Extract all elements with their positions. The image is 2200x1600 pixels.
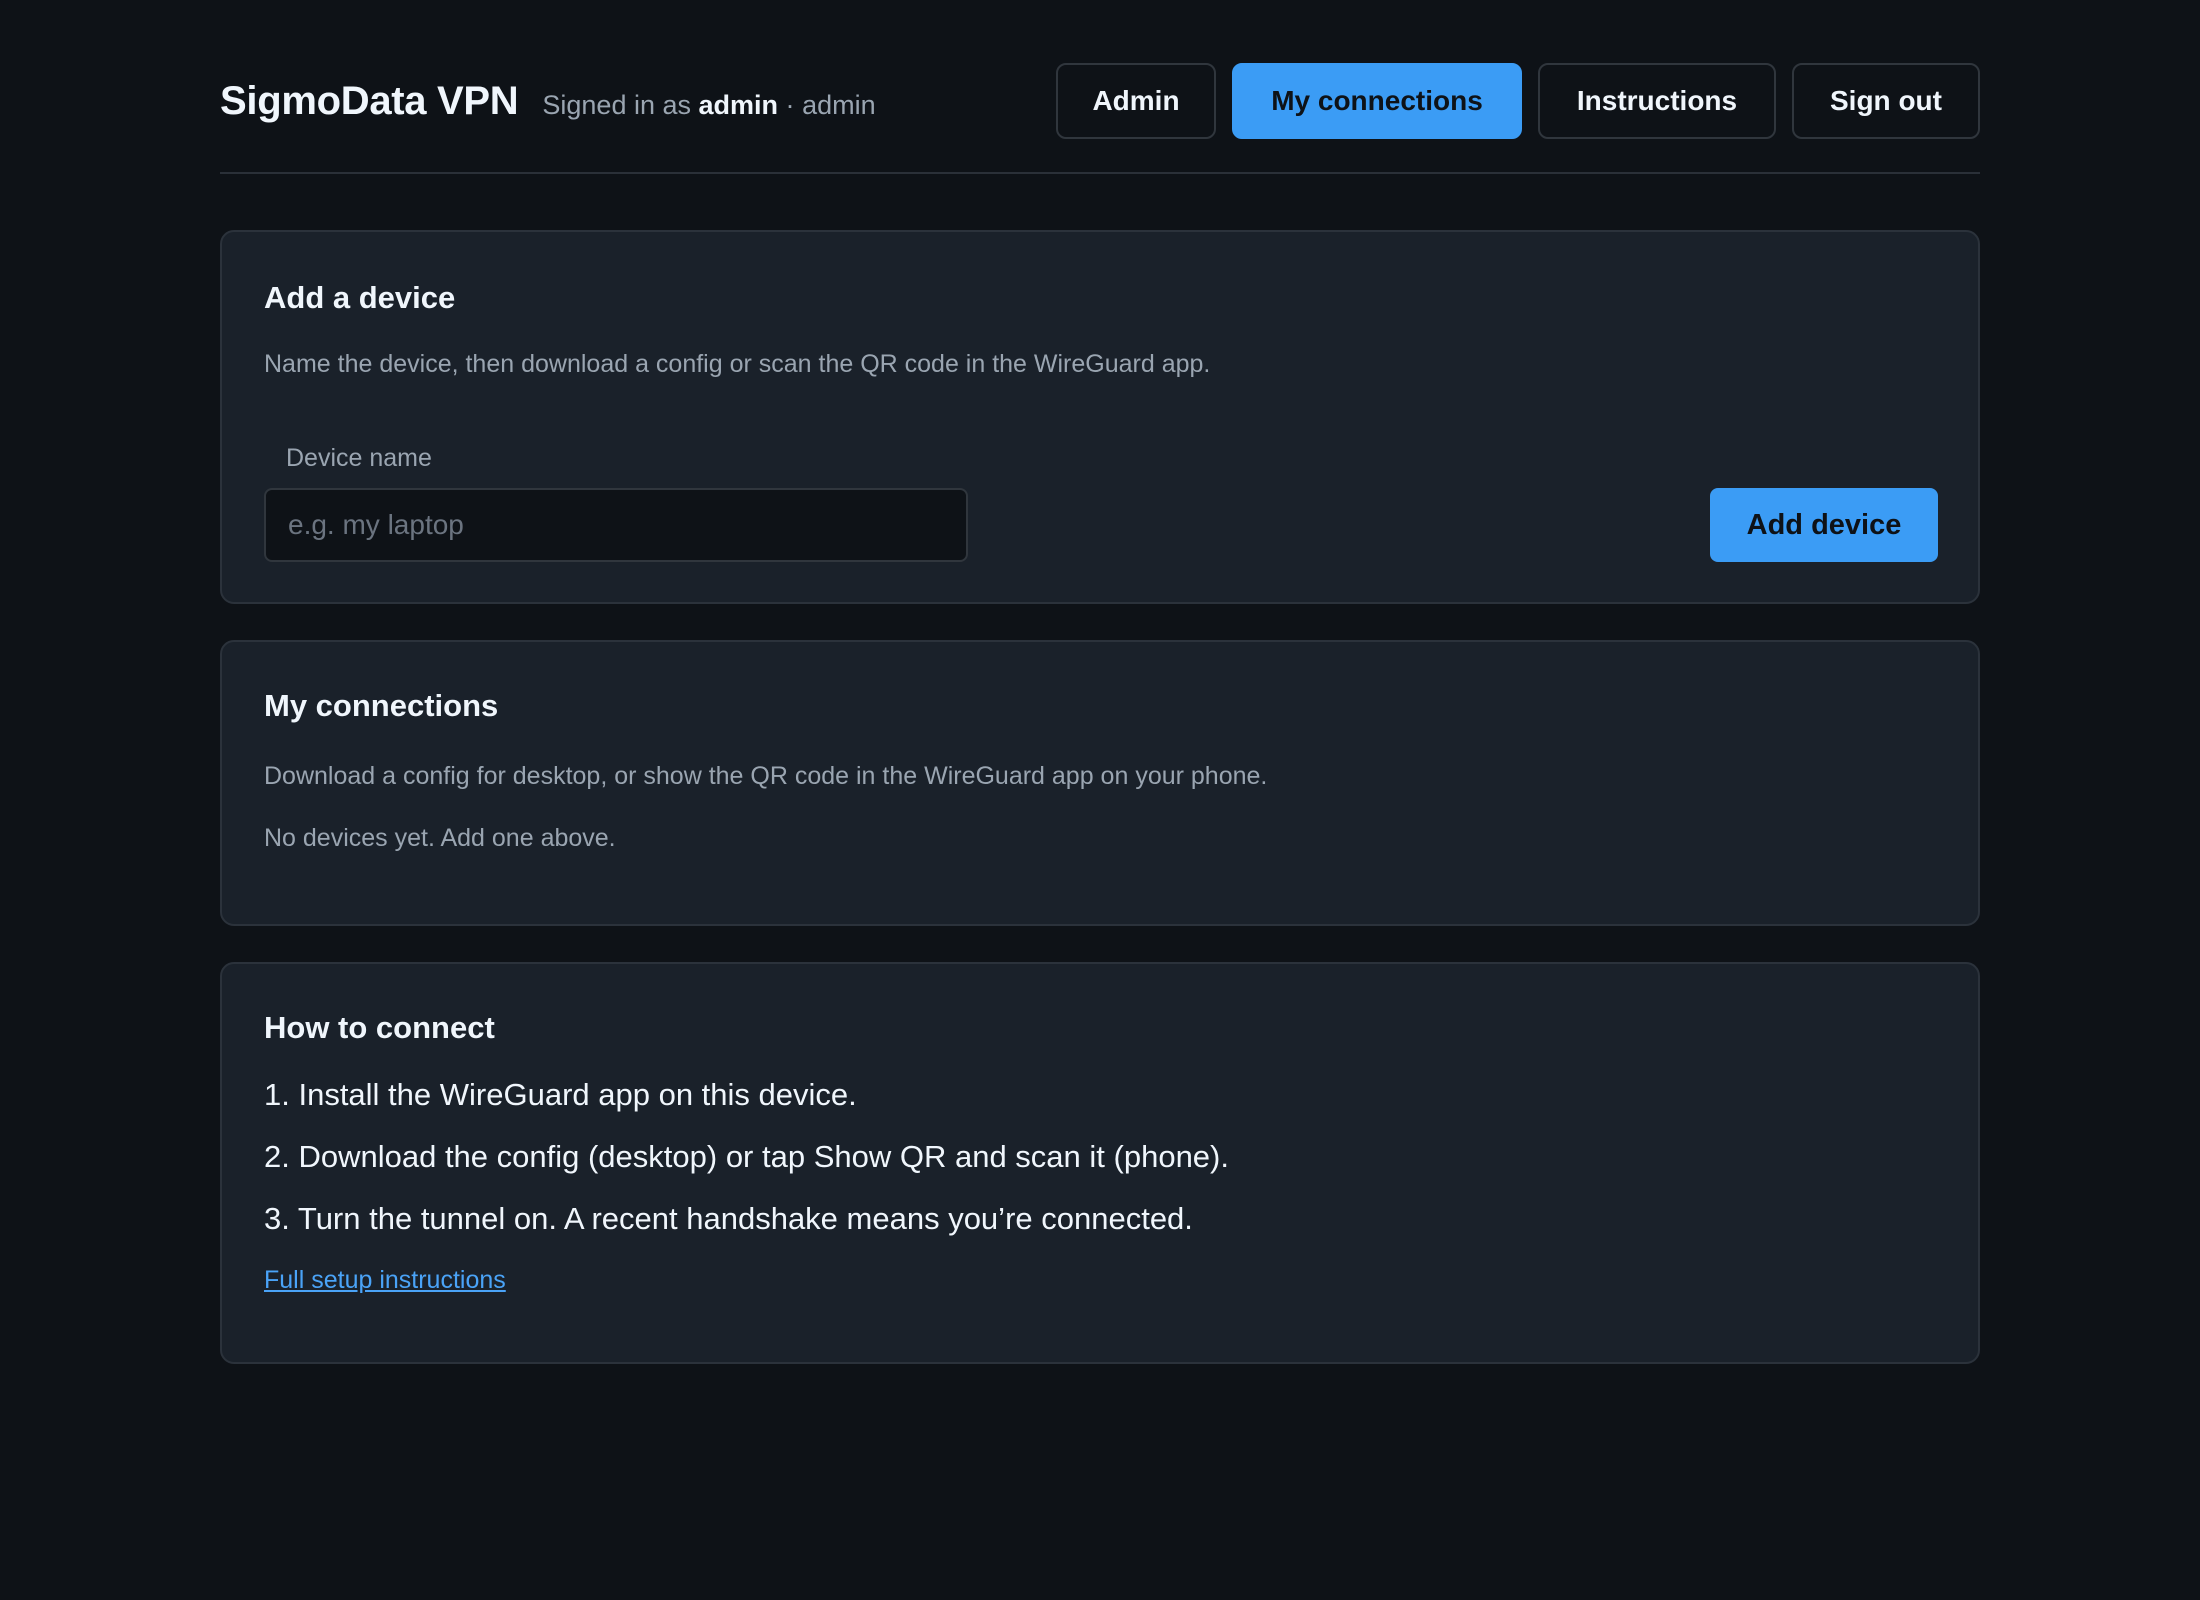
signed-in-prefix: Signed in as (542, 89, 691, 120)
brand-title: SigmoData VPN (220, 78, 519, 123)
add-device-title: Add a device (264, 280, 456, 315)
add-device-card: Add a device Name the device, then downl… (220, 230, 1980, 604)
admin-button[interactable]: Admin (1056, 63, 1216, 139)
add-device-description: Name the device, then download a config … (264, 350, 1211, 378)
sign-out-button[interactable]: Sign out (1792, 63, 1980, 139)
how-to-connect-title: How to connect (264, 1010, 495, 1045)
setup-step: 1. Install the WireGuard app on this dev… (264, 1077, 857, 1112)
my-connections-description: Download a config for desktop, or show t… (264, 762, 1268, 790)
brand-area: SigmoData VPN Signed in as admin · admin (220, 79, 876, 124)
top-header: SigmoData VPN Signed in as admin · admin… (220, 62, 1980, 140)
my-connections-card: My connections Download a config for des… (220, 640, 1980, 926)
device-name-input[interactable] (264, 488, 968, 562)
device-name-label: Device name (286, 444, 432, 472)
top-nav: Admin My connections Instructions Sign o… (1056, 63, 1980, 139)
setup-steps-list: 1. Install the WireGuard app on this dev… (264, 1064, 1229, 1250)
header-divider (220, 172, 1980, 174)
my-connections-title: My connections (264, 688, 499, 723)
signed-in-username: admin (698, 89, 779, 120)
signed-in-status: Signed in as admin · admin (542, 90, 875, 121)
add-device-button[interactable]: Add device (1710, 488, 1938, 562)
instructions-button[interactable]: Instructions (1538, 63, 1776, 139)
empty-devices-message: No devices yet. Add one above. (264, 824, 616, 852)
signed-in-role: admin (802, 89, 876, 120)
my-connections-button[interactable]: My connections (1232, 63, 1522, 139)
signed-in-separator: · (785, 89, 795, 120)
setup-step: 2. Download the config (desktop) or tap … (264, 1139, 1229, 1174)
full-setup-instructions-link[interactable]: Full setup instructions (264, 1266, 506, 1295)
setup-step: 3. Turn the tunnel on. A recent handshak… (264, 1201, 1193, 1236)
vpn-dashboard: SigmoData VPN Signed in as admin · admin… (0, 0, 2200, 1600)
how-to-connect-card: How to connect 1. Install the WireGuard … (220, 962, 1980, 1364)
